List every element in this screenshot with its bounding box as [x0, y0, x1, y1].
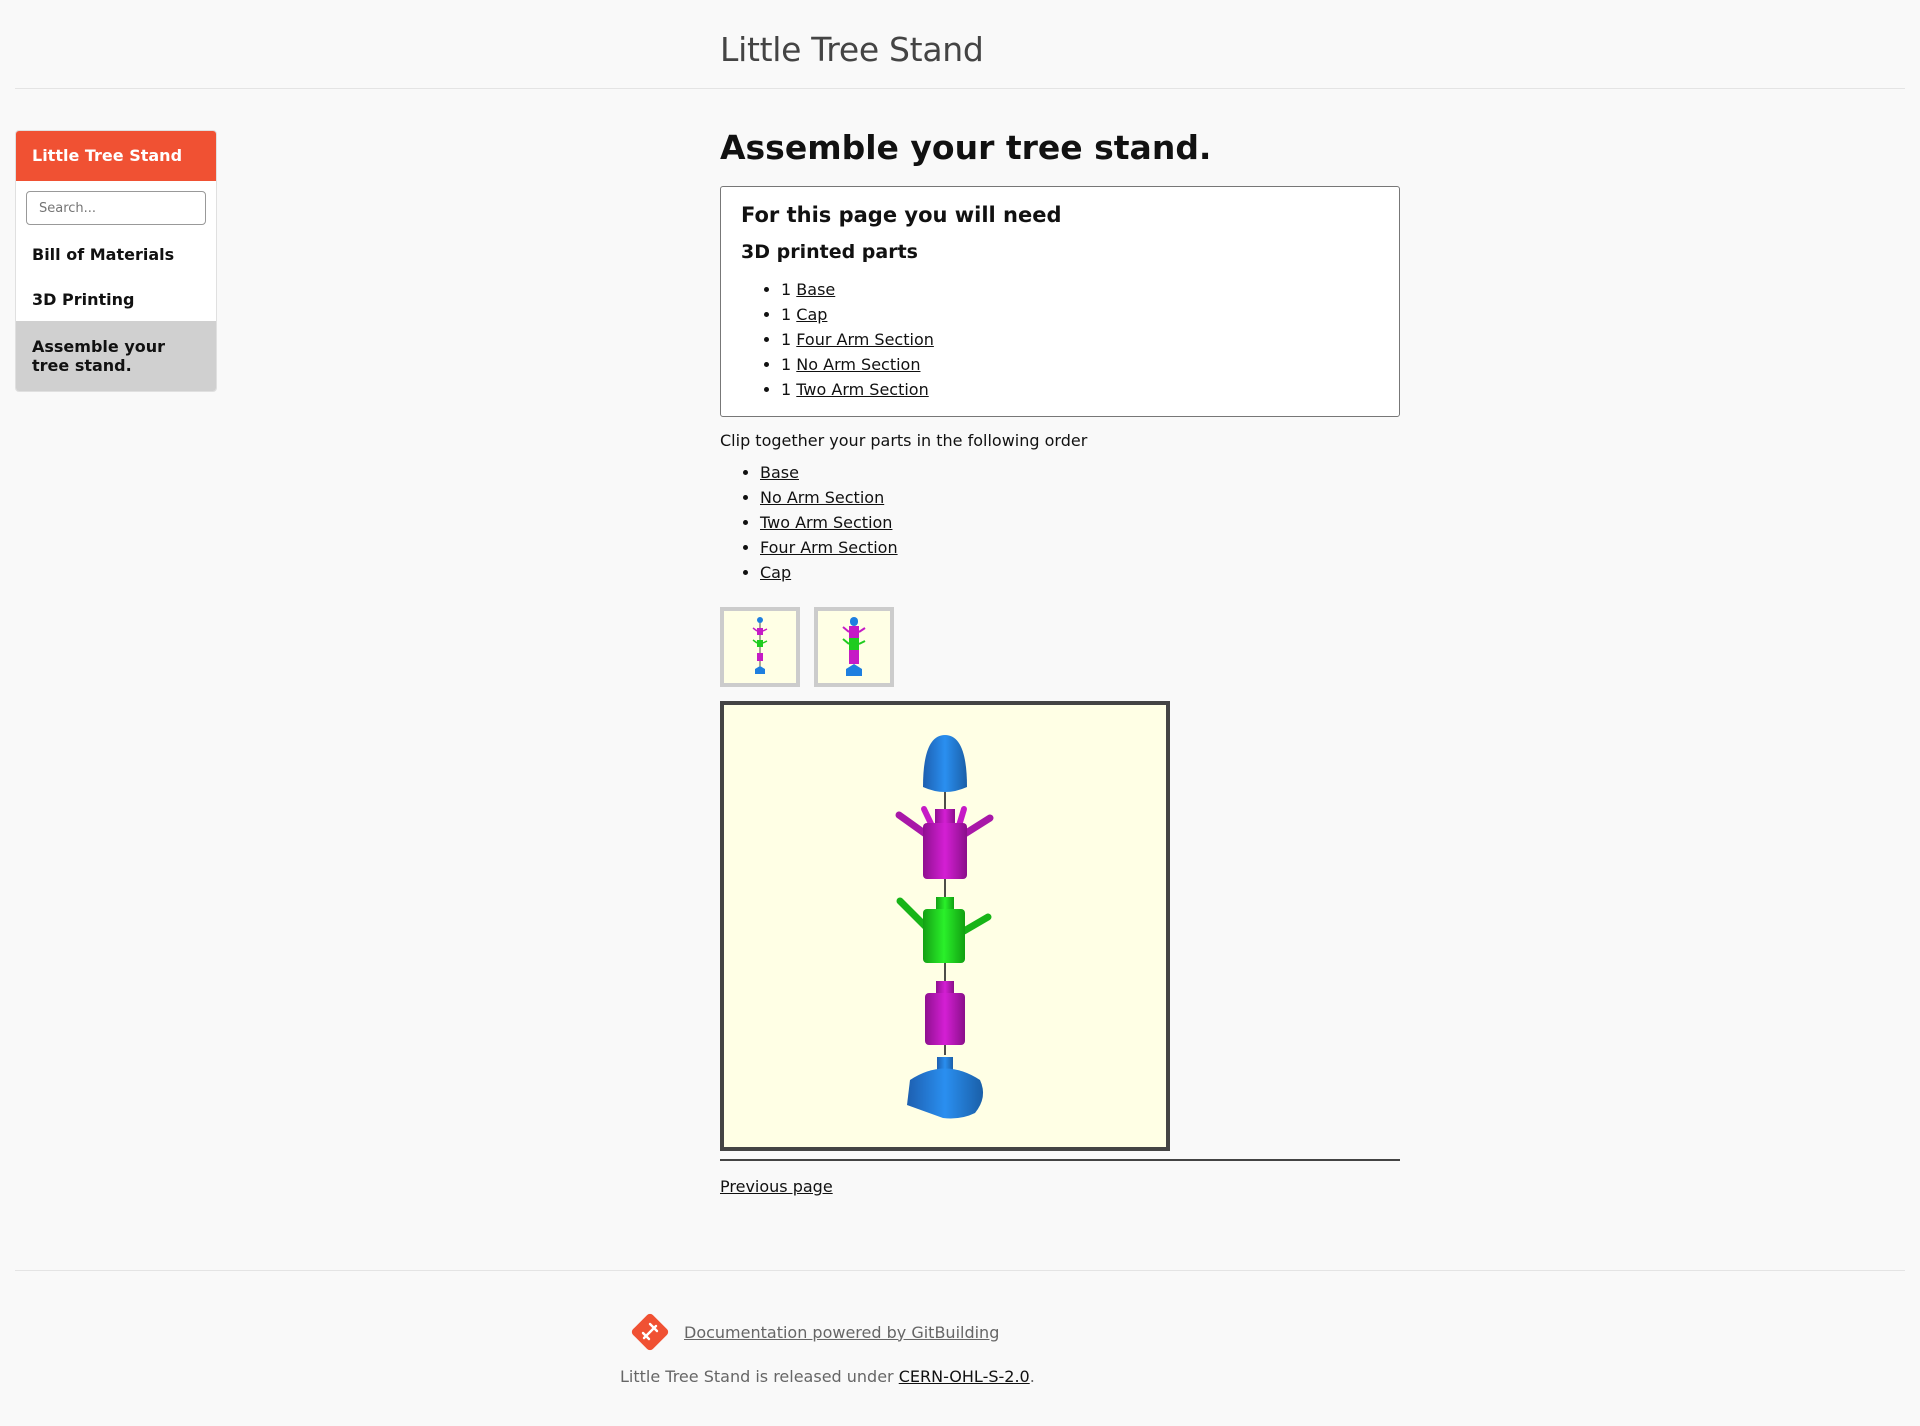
footer-brand: Documentation powered by GitBuilding [628, 1310, 999, 1354]
list-item: Two Arm Section [760, 510, 1400, 535]
part-link-two-arm[interactable]: Two Arm Section [796, 380, 928, 399]
3d-model-viewer[interactable] [720, 701, 1170, 1151]
sidebar-title[interactable]: Little Tree Stand [16, 131, 216, 181]
divider [720, 1159, 1400, 1161]
site-title: Little Tree Stand [720, 30, 984, 69]
requirements-title: For this page you will need [741, 203, 1062, 227]
requirements-subtitle: 3D printed parts [741, 241, 918, 263]
gitbuilding-link[interactable]: Documentation powered by GitBuilding [684, 1323, 999, 1342]
gitbuilding-logo-icon [631, 1313, 669, 1351]
order-link-two-arm[interactable]: Two Arm Section [760, 513, 892, 532]
list-item: No Arm Section [760, 485, 1400, 510]
part-qty: 1 [781, 280, 792, 299]
search-wrap [16, 181, 216, 231]
list-item: Base [760, 460, 1400, 485]
page-title: Assemble your tree stand. [720, 128, 1212, 167]
list-item: 1 Two Arm Section [781, 377, 1379, 402]
sidebar-item-bill-of-materials[interactable]: Bill of Materials [16, 231, 216, 276]
assembled-tree-thumbnail-icon [842, 617, 866, 676]
list-item: 1 No Arm Section [781, 352, 1379, 377]
part-link-four-arm[interactable]: Four Arm Section [796, 330, 934, 349]
order-link-base[interactable]: Base [760, 463, 799, 482]
part-link-cap[interactable]: Cap [796, 305, 827, 324]
list-item: Cap [760, 560, 1400, 585]
sidebar-item-assemble[interactable]: Assemble your tree stand. [16, 321, 216, 391]
order-link-four-arm[interactable]: Four Arm Section [760, 538, 898, 557]
part-qty: 1 [781, 330, 792, 349]
list-item: 1 Cap [781, 302, 1379, 327]
list-item: 1 Four Arm Section [781, 327, 1379, 352]
part-qty: 1 [781, 355, 792, 374]
requirements-box: For this page you will need 3D printed p… [720, 186, 1400, 417]
previous-page-link[interactable]: Previous page [720, 1177, 833, 1196]
part-qty: 1 [781, 380, 792, 399]
part-link-no-arm[interactable]: No Arm Section [796, 355, 920, 374]
license-suffix: . [1029, 1367, 1035, 1386]
list-item: Four Arm Section [760, 535, 1400, 560]
assembly-instructions: Clip together your parts in the followin… [720, 431, 1088, 450]
thumbnail-assembled[interactable] [814, 607, 894, 687]
license-link[interactable]: CERN-OHL-S-2.0 [899, 1367, 1030, 1386]
main-content: Assemble your tree stand. For this page … [720, 128, 1400, 1196]
license-text: Little Tree Stand is released under CERN… [620, 1367, 1035, 1386]
order-link-no-arm[interactable]: No Arm Section [760, 488, 884, 507]
list-item: 1 Base [781, 277, 1379, 302]
assembly-order-list: Base No Arm Section Two Arm Section Four… [720, 460, 1400, 585]
site-header: Little Tree Stand [15, 0, 1905, 89]
sidebar: Little Tree Stand Bill of Materials 3D P… [15, 130, 217, 392]
exploded-tree-model-icon [895, 735, 994, 1119]
part-link-base[interactable]: Base [796, 280, 835, 299]
preview-thumbnails [720, 607, 1400, 687]
footer-divider [15, 1270, 1905, 1271]
part-qty: 1 [781, 305, 792, 324]
search-input[interactable] [26, 191, 206, 225]
thumbnail-exploded[interactable] [720, 607, 800, 687]
license-prefix: Little Tree Stand is released under [620, 1367, 899, 1386]
parts-list: 1 Base 1 Cap 1 Four Arm Section 1 No Arm… [741, 277, 1379, 402]
sidebar-item-3d-printing[interactable]: 3D Printing [16, 276, 216, 321]
exploded-tree-thumbnail-icon [752, 617, 768, 674]
order-link-cap[interactable]: Cap [760, 563, 791, 582]
